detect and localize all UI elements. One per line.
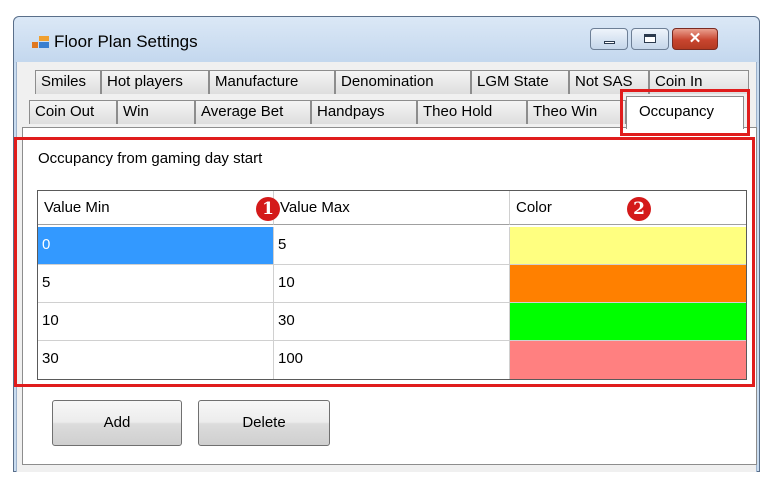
- annotation-badge-1: 1: [256, 197, 280, 221]
- tab-denomination[interactable]: Denomination: [335, 70, 471, 94]
- app-window-icon: [32, 36, 49, 49]
- cell-value-min[interactable]: 10: [38, 303, 274, 341]
- cell-value-max[interactable]: 30: [274, 303, 510, 341]
- tab-hot-players[interactable]: Hot players: [101, 70, 209, 94]
- column-header-value-max[interactable]: Value Max: [274, 191, 510, 225]
- cell-value-max[interactable]: 100: [274, 341, 510, 379]
- maximize-icon: [644, 34, 656, 43]
- tab-lgm-state[interactable]: LGM State: [471, 70, 569, 94]
- minimize-icon: [604, 41, 615, 44]
- delete-button[interactable]: Delete: [198, 400, 330, 446]
- tab-manufacture[interactable]: Manufacture: [209, 70, 335, 94]
- tab-theo-hold[interactable]: Theo Hold: [417, 100, 527, 124]
- tab-coin-in[interactable]: Coin In: [649, 70, 749, 94]
- cell-value-max[interactable]: 5: [274, 227, 510, 265]
- tab-win[interactable]: Win: [117, 100, 195, 124]
- cell-color-swatch[interactable]: [510, 227, 746, 265]
- tab-not-sas[interactable]: Not SAS: [569, 70, 649, 94]
- cell-value-min[interactable]: 0: [38, 227, 274, 265]
- close-icon: ✕: [688, 30, 702, 47]
- cell-value-min[interactable]: 5: [38, 265, 274, 303]
- cell-color-swatch[interactable]: [510, 303, 746, 341]
- cell-color-swatch[interactable]: [510, 341, 746, 379]
- occupancy-panel-label: Occupancy from gaming day start: [38, 150, 263, 167]
- column-header-value-min[interactable]: Value Min: [38, 191, 274, 225]
- close-button[interactable]: ✕: [672, 28, 718, 50]
- tab-average-bet[interactable]: Average Bet: [195, 100, 311, 124]
- annotation-badge-2: 2: [627, 197, 651, 221]
- cell-value-max[interactable]: 10: [274, 265, 510, 303]
- minimize-button[interactable]: [590, 28, 628, 50]
- tab-theo-win[interactable]: Theo Win: [527, 100, 626, 124]
- title-bar[interactable]: Floor Plan Settings ✕: [14, 17, 759, 63]
- tab-occupancy[interactable]: Occupancy: [626, 96, 744, 129]
- window-title: Floor Plan Settings: [54, 32, 198, 51]
- tab-coin-out[interactable]: Coin Out: [29, 100, 117, 124]
- add-button[interactable]: Add: [52, 400, 182, 446]
- cell-value-min[interactable]: 30: [38, 341, 274, 379]
- cell-color-swatch[interactable]: [510, 265, 746, 303]
- tab-handpays[interactable]: Handpays: [311, 100, 417, 124]
- tab-smiles[interactable]: Smiles: [35, 70, 101, 94]
- maximize-button[interactable]: [631, 28, 669, 50]
